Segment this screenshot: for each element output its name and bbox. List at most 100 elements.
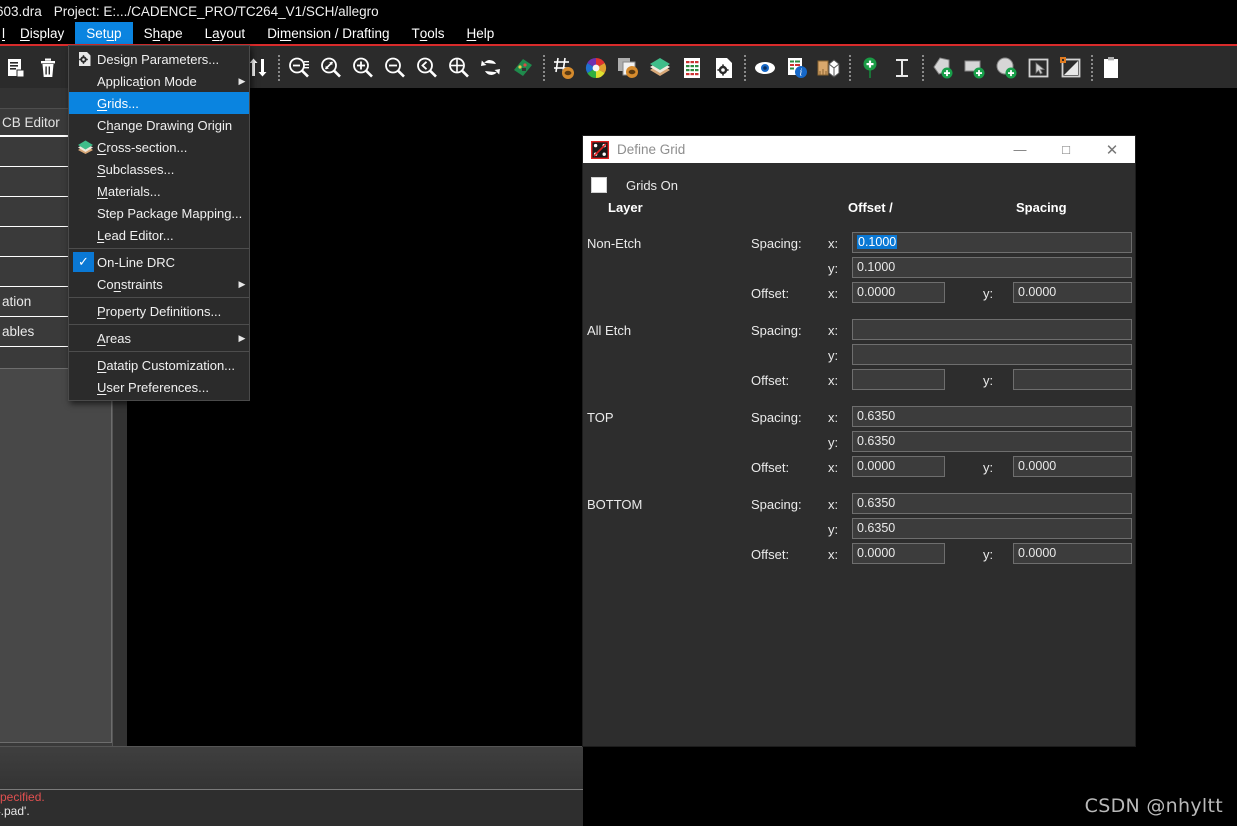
offset-x-input[interactable]: 0.0000 bbox=[852, 282, 945, 303]
add-circle-icon[interactable] bbox=[991, 51, 1023, 85]
window-title-bar: 603.dra Project: E:.../CADENCE_PRO/TC264… bbox=[0, 0, 1237, 22]
menu-item-materials[interactable]: Materials... bbox=[69, 180, 249, 202]
layer-group-bottom: BOTTOM Spacing: x: y: Offset: x: y: 0.63… bbox=[583, 491, 1135, 565]
menu-item-areas[interactable]: Areas ▶ bbox=[69, 327, 249, 349]
menu-item-step-package-mapping[interactable]: Step Package Mapping... bbox=[69, 202, 249, 224]
minimize-button[interactable]: — bbox=[997, 136, 1043, 163]
offset-y-input[interactable] bbox=[1013, 369, 1132, 390]
layer-group-all-etch: All Etch Spacing: x: y: Offset: x: y: bbox=[583, 317, 1135, 391]
offset-label: Offset: bbox=[751, 286, 789, 301]
grids-on-label: Grids On bbox=[626, 178, 678, 193]
menu-setup[interactable]: Setup bbox=[75, 22, 132, 44]
menu-bar: l Display Setup Shape Layout Dimension /… bbox=[0, 22, 1237, 44]
menu-item-subclasses[interactable]: Subclasses... bbox=[69, 158, 249, 180]
setup-menu-dropdown: Design Parameters... Application Mode ▶ … bbox=[68, 45, 250, 401]
menu-help[interactable]: Help bbox=[456, 22, 506, 44]
offset-x-label: x: bbox=[828, 286, 838, 301]
offset-y-input[interactable]: 0.0000 bbox=[1013, 282, 1132, 303]
toolbar-separator bbox=[539, 55, 548, 81]
cross-section-icon[interactable] bbox=[644, 51, 676, 85]
menu-item-label: Cross-section... bbox=[97, 140, 235, 155]
define-grid-icon bbox=[583, 141, 617, 159]
menu-separator bbox=[69, 248, 249, 249]
spacing-y-input[interactable]: 0.1000 bbox=[852, 257, 1132, 278]
settings-doc-icon[interactable] bbox=[708, 51, 740, 85]
spacing-label: Spacing: bbox=[751, 323, 802, 338]
menu-item-property-definitions[interactable]: Property Definitions... bbox=[69, 300, 249, 322]
menu-item-lead-editor[interactable]: Lead Editor... bbox=[69, 224, 249, 246]
menu-layout[interactable]: Layout bbox=[194, 22, 257, 44]
check-icon: ✓ bbox=[73, 252, 94, 272]
left-dock-lower-area bbox=[0, 368, 112, 743]
spacing-x-input[interactable]: 0.6350 bbox=[852, 493, 1132, 514]
add-rect-icon[interactable] bbox=[959, 51, 991, 85]
maximize-button[interactable]: □ bbox=[1043, 136, 1089, 163]
toolbar-separator bbox=[845, 55, 854, 81]
menu-item-constraints[interactable]: Constraints ▶ bbox=[69, 273, 249, 295]
report-icon[interactable] bbox=[0, 51, 32, 85]
delete-icon[interactable] bbox=[32, 51, 64, 85]
menu-item-application-mode[interactable]: Application Mode ▶ bbox=[69, 70, 249, 92]
menu-file-partial[interactable]: l bbox=[0, 22, 9, 44]
place-pin-icon[interactable] bbox=[854, 51, 886, 85]
zoom-fit-icon[interactable] bbox=[283, 51, 315, 85]
offset-y-label: y: bbox=[983, 547, 993, 562]
menu-item-grids[interactable]: Grids... bbox=[69, 92, 249, 114]
zoom-previous-icon[interactable] bbox=[411, 51, 443, 85]
command-console[interactable]: specified. 4.pad'. bbox=[0, 790, 583, 826]
offset-y-input[interactable]: 0.0000 bbox=[1013, 543, 1132, 564]
board-view-icon[interactable] bbox=[507, 51, 539, 85]
menu-item-cross-section[interactable]: Cross-section... bbox=[69, 136, 249, 158]
measure-3d-icon[interactable] bbox=[813, 51, 845, 85]
zoom-out-icon[interactable] bbox=[379, 51, 411, 85]
i-beam-icon[interactable] bbox=[886, 51, 918, 85]
menu-dimension-drafting[interactable]: Dimension / Drafting bbox=[256, 22, 400, 44]
grid-toggle-icon[interactable] bbox=[548, 51, 580, 85]
offset-x-label: x: bbox=[828, 460, 838, 475]
grids-on-checkbox[interactable] bbox=[591, 177, 607, 193]
refresh-icon[interactable] bbox=[475, 51, 507, 85]
bottom-status-panel bbox=[0, 746, 583, 790]
spacing-x-label: x: bbox=[828, 410, 838, 425]
offset-x-input[interactable] bbox=[852, 369, 945, 390]
menu-shape[interactable]: Shape bbox=[133, 22, 194, 44]
dialog-title-bar[interactable]: Define Grid — □ ✕ bbox=[583, 136, 1135, 163]
menu-display[interactable]: Display bbox=[9, 22, 75, 44]
menu-item-on-line-drc[interactable]: ✓ On-Line DRC bbox=[69, 251, 249, 273]
spacing-x-input[interactable]: 0.1000 bbox=[852, 232, 1132, 253]
spacing-y-input[interactable]: 0.6350 bbox=[852, 431, 1132, 452]
offset-x-input[interactable]: 0.0000 bbox=[852, 456, 945, 477]
zoom-by-points-icon[interactable] bbox=[315, 51, 347, 85]
menu-tools[interactable]: Tools bbox=[401, 22, 456, 44]
select-icon[interactable] bbox=[1023, 51, 1055, 85]
menu-item-user-preferences[interactable]: User Preferences... bbox=[69, 376, 249, 398]
spacing-label: Spacing: bbox=[751, 497, 802, 512]
close-button[interactable]: ✕ bbox=[1089, 136, 1135, 163]
spreadsheet-icon[interactable] bbox=[676, 51, 708, 85]
spacing-x-input[interactable]: 0.6350 bbox=[852, 406, 1132, 427]
offset-y-input[interactable]: 0.0000 bbox=[1013, 456, 1132, 477]
color-palette-icon[interactable] bbox=[580, 51, 612, 85]
offset-x-input[interactable]: 0.0000 bbox=[852, 543, 945, 564]
menu-item-label: Datatip Customization... bbox=[97, 358, 235, 373]
eye-icon[interactable] bbox=[749, 51, 781, 85]
offset-label: Offset: bbox=[751, 547, 789, 562]
report-info-icon[interactable]: i bbox=[781, 51, 813, 85]
menu-item-change-drawing-origin[interactable]: Change Drawing Origin bbox=[69, 114, 249, 136]
layer-visibility-icon[interactable] bbox=[612, 51, 644, 85]
zoom-in-icon[interactable] bbox=[347, 51, 379, 85]
define-grid-dialog: Define Grid — □ ✕ Grids On Layer Offset … bbox=[583, 136, 1135, 746]
spacing-y-input[interactable]: 0.6350 bbox=[852, 518, 1132, 539]
layer-name: All Etch bbox=[587, 323, 631, 338]
clipboard-icon[interactable] bbox=[1096, 51, 1128, 85]
chevron-right-icon: ▶ bbox=[235, 333, 249, 344]
zoom-center-icon[interactable] bbox=[443, 51, 475, 85]
spacing-x-input[interactable] bbox=[852, 319, 1132, 340]
spacing-y-input[interactable] bbox=[852, 344, 1132, 365]
negative-area-icon[interactable] bbox=[1055, 51, 1087, 85]
toolbar-separator bbox=[918, 55, 927, 81]
add-shape-icon[interactable] bbox=[927, 51, 959, 85]
menu-item-design-parameters[interactable]: Design Parameters... bbox=[69, 48, 249, 70]
menu-item-datatip-customization[interactable]: Datatip Customization... bbox=[69, 354, 249, 376]
offset-label: Offset: bbox=[751, 373, 789, 388]
